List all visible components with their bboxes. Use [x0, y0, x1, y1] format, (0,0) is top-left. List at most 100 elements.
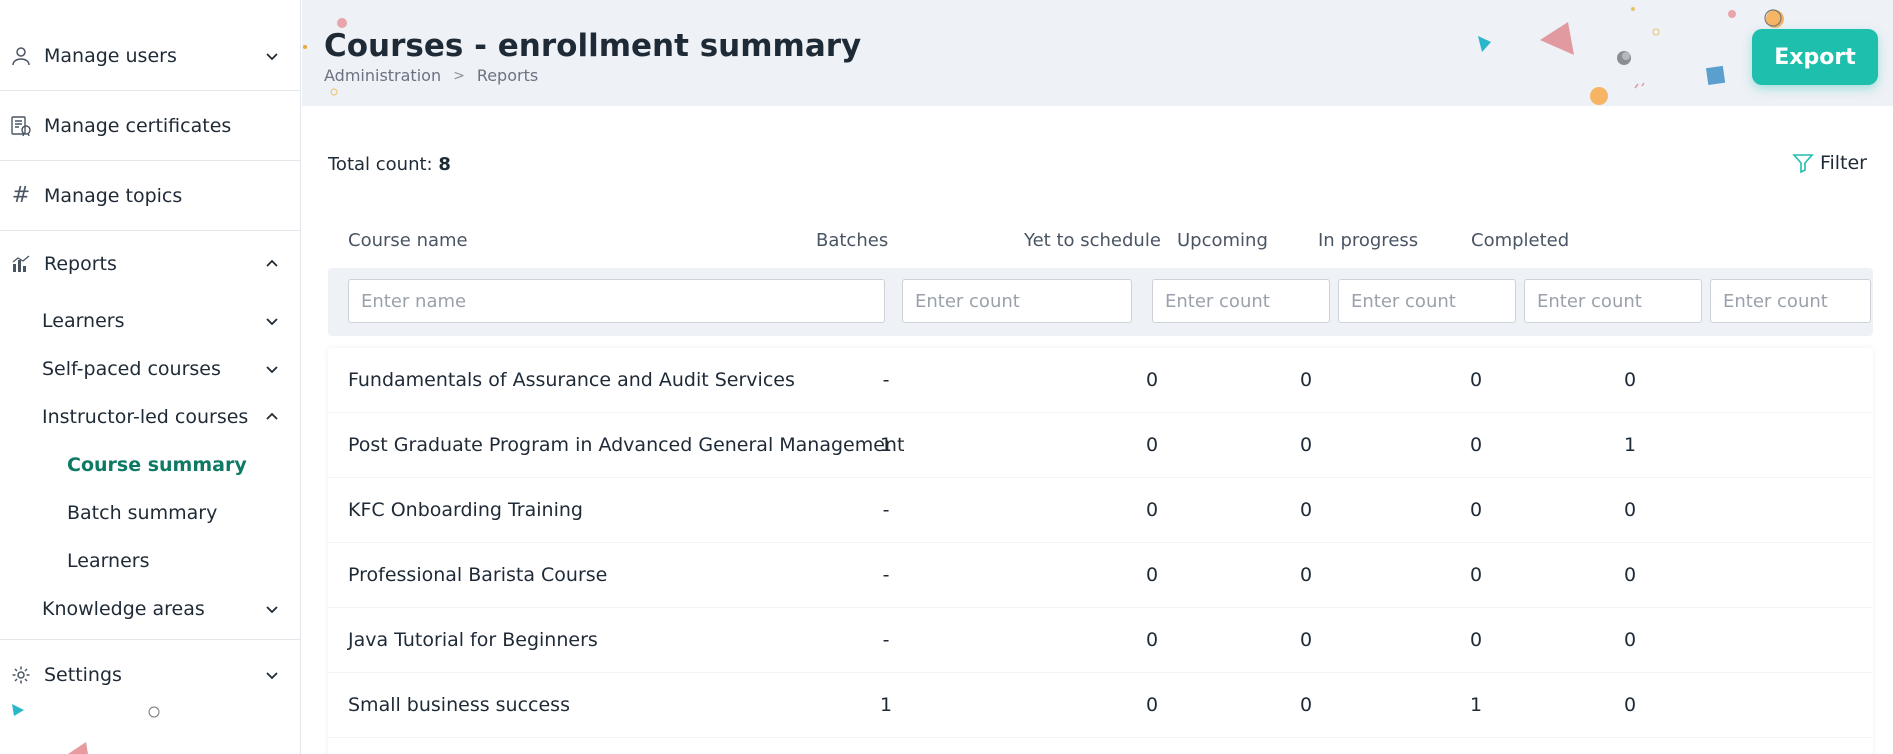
cell-in-progress: 0 [1469, 564, 1483, 586]
total-count: Total count: 8 [328, 154, 451, 175]
table-body: Fundamentals of Assurance and Audit Serv… [328, 348, 1873, 754]
upcoming-filter-input[interactable] [1338, 279, 1516, 323]
breadcrumb-separator-icon: > [453, 67, 465, 84]
sidebar-item-label: Learners [67, 550, 150, 572]
sidebar-item-manage-topics[interactable]: # Manage topics [0, 161, 300, 231]
chart-icon [10, 253, 32, 275]
cell-course-name[interactable]: Java Tutorial for Beginners [348, 608, 598, 673]
breadcrumb-item-administration[interactable]: Administration [324, 66, 441, 85]
page-header: Courses - enrollment summary Administrat… [302, 0, 1893, 106]
sidebar-item-learners[interactable]: Learners [0, 297, 300, 345]
column-header-in-progress[interactable]: In progress [1318, 230, 1418, 251]
column-header-batches[interactable]: Batches [816, 230, 888, 251]
sidebar-item-label: Reports [44, 253, 117, 275]
course-name-filter-input[interactable] [348, 279, 885, 323]
in-progress-filter-input[interactable] [1524, 279, 1702, 323]
column-header-course-name[interactable]: Course name [348, 230, 468, 251]
table-row[interactable]: Small business success 1 0 0 1 0 [328, 673, 1873, 738]
cell-yet-to-schedule: 0 [1145, 499, 1159, 521]
chevron-down-icon [262, 665, 282, 685]
main-content: Total count: 8 Filter Course name Batche… [302, 106, 1893, 754]
sidebar-item-instructor-learners[interactable]: Learners [0, 537, 300, 585]
sidebar-item-course-summary[interactable]: Course summary [0, 441, 300, 489]
table-row[interactable]: Post Graduate Program in Advanced Genera… [328, 413, 1873, 478]
cell-in-progress: 0 [1469, 499, 1483, 521]
cell-in-progress: 0 [1469, 629, 1483, 651]
cell-upcoming: 0 [1299, 629, 1313, 651]
cell-course-name[interactable]: Fundamentals of Assurance and Audit Serv… [348, 348, 795, 413]
cell-completed: 0 [1623, 629, 1637, 651]
sidebar-item-label: Manage topics [44, 184, 183, 207]
cell-upcoming: 0 [1299, 499, 1313, 521]
sidebar-item-label: Learners [42, 310, 125, 332]
cell-batches: - [882, 629, 890, 651]
sidebar-reports-group: Reports Learners Self-paced courses Inst… [0, 231, 300, 640]
export-button[interactable]: Export [1752, 29, 1878, 85]
sidebar-item-self-paced-courses[interactable]: Self-paced courses [0, 345, 300, 393]
sidebar-item-batch-summary[interactable]: Batch summary [0, 489, 300, 537]
sidebar-item-manage-certificates[interactable]: Manage certificates [0, 91, 300, 161]
cell-course-name[interactable]: Professional Barista Course [348, 543, 607, 608]
sidebar-item-reports[interactable]: Reports [0, 231, 300, 297]
cell-upcoming: 0 [1299, 564, 1313, 586]
chevron-down-icon [262, 311, 282, 331]
chevron-up-icon [262, 254, 282, 274]
batches-filter-input[interactable] [902, 279, 1132, 323]
sidebar-item-label: Settings [44, 664, 122, 686]
completed-filter-input[interactable] [1710, 279, 1871, 323]
sidebar-item-label: Knowledge areas [42, 598, 205, 620]
column-header-yet-to-schedule[interactable]: Yet to schedule [1024, 230, 1161, 251]
cell-yet-to-schedule: 0 [1145, 694, 1159, 716]
cell-completed: 0 [1623, 564, 1637, 586]
cell-course-name[interactable]: Post Graduate Program in Advanced Genera… [348, 413, 904, 478]
cell-batches: 1 [879, 434, 893, 456]
cell-in-progress: 0 [1469, 369, 1483, 391]
sidebar-item-label: Self-paced courses [42, 358, 221, 380]
breadcrumb-item-reports[interactable]: Reports [477, 66, 538, 85]
cell-course-name[interactable]: KFC Onboarding Training [348, 478, 583, 543]
table-row[interactable]: Fundamentals of Assurance and Audit Serv… [328, 348, 1873, 413]
cell-completed: 1 [1623, 434, 1637, 456]
table-header: Course name Batches Yet to schedule Upco… [328, 230, 1867, 260]
cell-batches: - [882, 564, 890, 586]
cell-upcoming: 0 [1299, 369, 1313, 391]
cell-course-name[interactable]: Small business success [348, 673, 570, 738]
column-filter-row [328, 268, 1873, 336]
cell-upcoming: 0 [1299, 694, 1313, 716]
cell-yet-to-schedule: 0 [1145, 434, 1159, 456]
cell-yet-to-schedule: 0 [1145, 629, 1159, 651]
sidebar-item-label: Instructor-led courses [42, 406, 249, 428]
table-row[interactable]: Professional Barista Course - 0 0 0 0 [328, 543, 1873, 608]
filter-button[interactable]: Filter [1792, 152, 1867, 174]
filter-label: Filter [1819, 152, 1867, 174]
page-title: Courses - enrollment summary [324, 28, 862, 64]
user-icon [10, 45, 32, 67]
total-count-label: Total count: [328, 154, 433, 175]
decorative-confetti [12, 704, 160, 754]
filter-icon [1792, 154, 1814, 174]
cell-in-progress: 1 [1469, 694, 1483, 716]
chevron-up-icon [262, 407, 282, 427]
table-row[interactable]: KFC Onboarding Training - 0 0 0 0 [328, 478, 1873, 543]
table-row[interactable]: Java Tutorial for Beginners - 0 0 0 0 [328, 608, 1873, 673]
sidebar: Manage users Manage certificates # Manag… [0, 0, 301, 754]
breadcrumb: Administration > Reports [324, 66, 538, 85]
cell-batches: - [882, 499, 890, 521]
cell-yet-to-schedule: 0 [1145, 369, 1159, 391]
sidebar-item-instructor-led-courses[interactable]: Instructor-led courses [0, 393, 300, 441]
sidebar-item-knowledge-areas[interactable]: Knowledge areas [0, 585, 300, 633]
chevron-down-icon [262, 46, 282, 66]
column-header-upcoming[interactable]: Upcoming [1177, 230, 1268, 251]
column-header-completed[interactable]: Completed [1471, 230, 1569, 251]
sidebar-item-manage-users[interactable]: Manage users [0, 0, 300, 91]
chevron-down-icon [262, 599, 282, 619]
hash-icon: # [11, 183, 31, 208]
cell-yet-to-schedule: 0 [1145, 564, 1159, 586]
total-count-value: 8 [438, 154, 451, 175]
sidebar-item-label: Manage certificates [44, 114, 232, 137]
cell-completed: 0 [1623, 499, 1637, 521]
cell-batches: - [882, 369, 890, 391]
yet-to-schedule-filter-input[interactable] [1152, 279, 1330, 323]
cell-completed: 0 [1623, 694, 1637, 716]
gear-icon [10, 664, 32, 686]
